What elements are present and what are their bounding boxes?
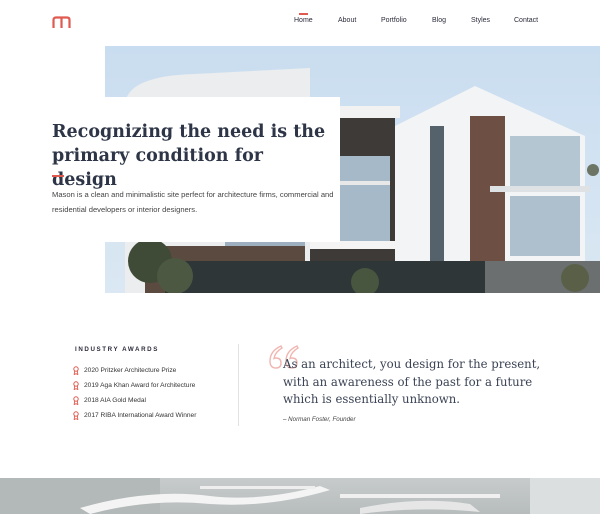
hero-description: Mason is a clean and minimalistic site p…	[52, 190, 334, 214]
main-navigation: Home About Portfolio Blog Styles Contact	[280, 13, 550, 31]
award-ribbon-icon	[73, 396, 79, 405]
vertical-divider	[238, 344, 239, 426]
award-label: 2017 RIBA International Award Winner	[84, 412, 197, 419]
nav-contact[interactable]: Contact	[514, 17, 538, 24]
nav-blog[interactable]: Blog	[432, 17, 446, 24]
mason-logo-icon[interactable]	[52, 16, 71, 29]
accent-divider	[52, 175, 64, 177]
hero-card: Recognizing the need is the primary cond…	[36, 97, 340, 242]
award-label: 2019 Aga Khan Award for Architecture	[84, 382, 196, 389]
nav-portfolio[interactable]: Portfolio	[381, 17, 407, 24]
quote-text: As an architect, you design for the pres…	[283, 357, 541, 406]
award-label: 2020 Pritzker Architecture Prize	[84, 367, 177, 374]
award-label: 2018 AIA Gold Medal	[84, 397, 146, 404]
nav-styles[interactable]: Styles	[471, 17, 490, 24]
awards-heading: INDUSTRY AWARDS	[75, 346, 159, 353]
quote-author: – Norman Foster, Founder	[283, 416, 356, 423]
hero-title: Recognizing the need is the primary cond…	[52, 122, 326, 190]
nav-about[interactable]: About	[338, 17, 356, 24]
award-ribbon-icon	[73, 366, 79, 375]
nav-home[interactable]: Home	[294, 13, 313, 24]
interior-ceiling-photo	[0, 478, 600, 514]
award-ribbon-icon	[73, 381, 79, 390]
award-ribbon-icon	[73, 411, 79, 420]
